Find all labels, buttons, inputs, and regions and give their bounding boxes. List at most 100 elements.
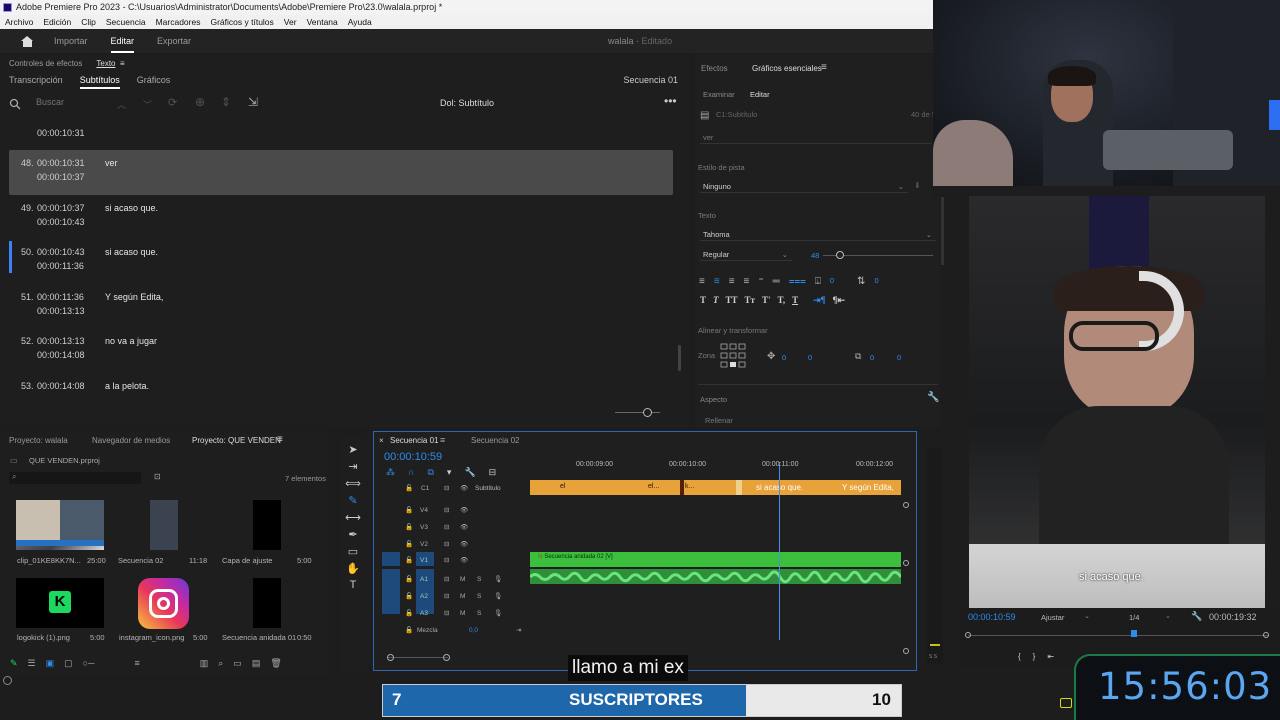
lock-icon[interactable]: 🔓 [405, 626, 413, 634]
tracking-value[interactable]: 0 [830, 276, 834, 287]
position-y[interactable]: 0 [808, 353, 812, 362]
track-area[interactable]: el el... k... si acaso que. Y según Edit… [530, 462, 902, 640]
more-options-icon[interactable]: ••• [664, 94, 677, 108]
mix-value[interactable]: 0,0 [469, 627, 478, 634]
mode-importar[interactable]: Importar [54, 36, 88, 46]
scale-x[interactable]: 0 [870, 353, 874, 362]
solo-icon[interactable]: S [477, 576, 481, 583]
menu-ayuda[interactable]: Ayuda [343, 15, 377, 29]
panel-menu-icon[interactable]: ≡ [277, 434, 283, 445]
subtitle-clip[interactable]: el [560, 483, 565, 490]
playhead[interactable] [779, 462, 780, 640]
panel-menu-icon[interactable]: ≡ [440, 435, 445, 445]
menu-marcadores[interactable]: Marcadores [151, 15, 206, 29]
settings-wrench-icon[interactable]: 🔧 [464, 467, 475, 478]
nest-icon[interactable]: ⁂ [386, 467, 395, 478]
font-size-slider-handle[interactable] [836, 251, 844, 259]
hand-tool-icon[interactable]: ✋ [346, 562, 360, 575]
caption-row[interactable]: 53. 00:00:14:08 a la pelota. [9, 373, 673, 403]
mode-editar[interactable]: Editar [110, 36, 134, 53]
caption-text[interactable]: si acaso que. [105, 203, 158, 213]
new-item-icon[interactable]: ▤ [252, 658, 261, 669]
sync-lock-icon[interactable]: ⊟ [444, 484, 449, 492]
font-style-dropdown[interactable]: Regular ⌄ [700, 248, 792, 261]
tab-graficos-esenciales[interactable]: Gráficos esenciales [752, 64, 822, 73]
align-bottom-icon[interactable]: ⩶ [789, 276, 806, 287]
close-icon[interactable]: × [379, 436, 384, 445]
subtitle-clip[interactable]: Y según Edita, [842, 483, 894, 492]
automate-icon[interactable]: ▥ [200, 658, 209, 669]
scroll-zoom-handle[interactable] [443, 654, 450, 661]
source-patch-audio[interactable] [382, 569, 400, 614]
tab-subtitulos[interactable]: Subtítulos [79, 75, 120, 89]
thumbnail-nested-sequence[interactable] [253, 578, 281, 628]
scale-y[interactable]: 0 [897, 353, 901, 362]
scrubber-end[interactable] [1263, 632, 1269, 638]
chevron-down-icon[interactable]: ⌄ [1084, 612, 1090, 620]
scroll-handle-bottom[interactable] [903, 648, 909, 654]
split-caption-icon[interactable]: ⇕ [221, 95, 231, 109]
align-top-icon[interactable]: ⁼ [758, 276, 763, 287]
lock-icon[interactable]: 🔓 [405, 556, 413, 564]
trash-icon[interactable]: 🗑 [270, 658, 281, 669]
menu-graficos[interactable]: Gráficos y títulos [205, 15, 278, 29]
subtitle-clip[interactable]: k... [685, 483, 694, 490]
caption-text[interactable]: a la pelota. [105, 381, 149, 391]
search-input[interactable] [36, 97, 106, 107]
replace-icon[interactable]: ⟳ [168, 96, 177, 109]
mic-icon[interactable]: 🎙 [494, 592, 502, 600]
source-patch-v1[interactable] [382, 552, 400, 566]
audio-clip-a1[interactable] [530, 569, 901, 584]
thumbnail-logokick[interactable]: K [16, 578, 104, 628]
tab-secuencia-02[interactable]: Secuencia 02 [471, 436, 519, 445]
sync-lock-icon[interactable]: ⊟ [444, 592, 449, 600]
add-marker-icon[interactable]: ▾ [447, 467, 452, 478]
leading-value[interactable]: 0 [874, 276, 878, 287]
zoom-slider-handle[interactable] [643, 408, 652, 417]
program-scrubber[interactable] [968, 635, 1268, 636]
menu-ver[interactable]: Ver [279, 15, 302, 29]
tab-editar[interactable]: Editar [750, 90, 770, 99]
caption-row[interactable]: 48. 00:00:10:31 00:00:10:37 ver [9, 150, 673, 195]
lock-icon[interactable]: 🔓 [405, 506, 413, 514]
selected-clip[interactable] [736, 480, 742, 495]
all-caps-icon[interactable]: TT [726, 295, 738, 306]
program-playhead[interactable] [1131, 630, 1137, 637]
tab-project-walala[interactable]: Proyecto: walala [9, 436, 68, 445]
tab-secuencia-01[interactable]: Secuencia 01 [390, 436, 438, 445]
font-size-value[interactable]: 48 [811, 251, 819, 260]
rectangle-tool-icon[interactable]: ▭ [348, 545, 358, 558]
sync-lock-icon[interactable]: ⊟ [444, 556, 449, 564]
nested-sequence-clip[interactable]: fx Secuencia anidada 02 [V] [530, 552, 901, 567]
captions-icon[interactable]: ⊟ [489, 467, 497, 478]
mark-out-icon[interactable]: } [1033, 652, 1036, 661]
ripple-edit-icon[interactable]: ⟺ [345, 477, 361, 490]
tab-efectos[interactable]: Efectos [701, 64, 728, 73]
thumbnail-adjustment-layer[interactable] [253, 500, 281, 550]
caption-text[interactable]: no va a jugar [105, 336, 157, 346]
fit-dropdown[interactable]: Ajustar [1041, 613, 1064, 622]
project-search-input[interactable] [9, 472, 141, 484]
sync-lock-icon[interactable]: ⊟ [444, 523, 449, 531]
caption-row[interactable]: 50. 00:00:10:43 00:00:11:36 si acaso que… [9, 239, 673, 284]
zone-grid-icon[interactable] [720, 343, 748, 371]
chevron-down-icon[interactable]: ⌄ [1165, 612, 1171, 620]
selection-tool-icon[interactable]: ➤ [348, 443, 357, 456]
eye-icon[interactable]: 👁 [460, 540, 468, 548]
mic-icon[interactable]: 🎙 [494, 575, 502, 583]
lock-icon[interactable]: 🔓 [405, 609, 413, 617]
icon-view-icon[interactable]: ▣ [46, 658, 55, 669]
eye-icon[interactable]: 👁 [460, 523, 468, 531]
menu-ventana[interactable]: Ventana [302, 15, 343, 29]
lock-icon[interactable]: 🔓 [405, 592, 413, 600]
eye-icon[interactable]: 👁 [460, 506, 468, 514]
find-icon[interactable]: ⌕ [218, 658, 223, 669]
snap-icon[interactable]: ∩ [408, 467, 414, 478]
caption-scrollbar[interactable] [678, 345, 681, 371]
thumbnail-clip[interactable] [16, 500, 104, 550]
zoom-thumb-icon[interactable]: ○─ [83, 658, 95, 668]
sort-icon[interactable]: ≡ [134, 658, 139, 668]
sync-lock-icon[interactable]: ⊟ [444, 540, 449, 548]
faux-italic-icon[interactable]: T [713, 295, 719, 306]
time-ruler[interactable]: 00:00:09:00 00:00:10:00 00:00:11:00 00:0… [530, 450, 902, 474]
